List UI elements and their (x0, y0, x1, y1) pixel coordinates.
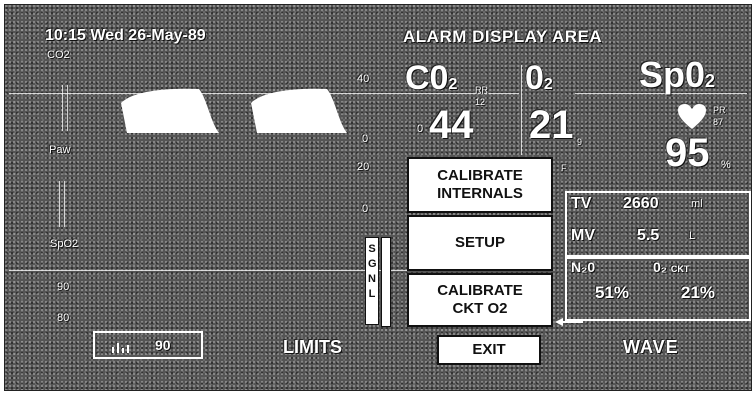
signal-bar: SGNL (365, 237, 379, 325)
mv-label: MV (571, 227, 595, 244)
scale-80-label: 80 (57, 312, 70, 324)
bars-icon (112, 343, 129, 353)
co2-rr-label: RR (475, 85, 488, 95)
spo2-limit-value: 90 (155, 337, 171, 353)
spo2-percent: % (721, 159, 731, 171)
tv-unit: ml (691, 198, 703, 210)
exit-button[interactable]: EXIT (437, 335, 541, 365)
spo2-divider-line (9, 270, 407, 271)
spo2-pr-value: 87 (713, 117, 724, 127)
wave-button[interactable]: WAVE (623, 337, 679, 358)
co2-bar-marker-1 (62, 85, 63, 131)
n2o-value: 51% (595, 283, 630, 302)
limits-button[interactable]: LIMITS (283, 337, 342, 358)
spo2-parameter-label: Sp02 (639, 57, 715, 99)
co2-wave-label: CO2 (47, 49, 70, 61)
calibrate-ckt-o2-button[interactable]: CALIBRATE CKT O2 (407, 273, 553, 327)
o2-ckt-suffix: CKT (670, 264, 690, 274)
o2-ckt-label: 0₂ CKT (653, 259, 689, 275)
signal-label: SGNL (368, 243, 377, 300)
mv-value: 5.5 (637, 227, 660, 244)
tv-value: 2660 (623, 195, 659, 212)
o2-small-bottom: F (561, 163, 567, 173)
spo2-label-sub: 2 (705, 71, 716, 91)
co2-parameter-label: C02 (405, 61, 457, 102)
o2-value: 21 (529, 103, 574, 147)
spo2-wave-label: SpO2 (50, 238, 79, 250)
setup-label: SETUP (454, 234, 505, 251)
calibrate-ckt-o2-label: CALIBRATE CKT O2 (437, 282, 523, 317)
calibrate-internals-label: CALIBRATE INTERNALS (437, 167, 523, 202)
paw-scale-zero: 0 (362, 203, 369, 215)
n2o-label: N₂0 (571, 259, 596, 275)
signal-level-bar (381, 237, 391, 327)
scale-90-label: 90 (57, 281, 70, 293)
spo2-limit-box[interactable]: 90 (93, 331, 203, 359)
o2-ckt-value: 21% (681, 283, 716, 302)
heart-icon (678, 104, 706, 129)
o2-ckt-label-main: 0₂ (653, 259, 668, 275)
o2-small-top: 9 (577, 137, 583, 147)
co2-bar-marker-2 (67, 85, 68, 131)
o2-parameter-label: 02 (525, 61, 553, 102)
co2-waveform (121, 88, 347, 133)
co2-label-sub: 2 (448, 76, 458, 93)
spo2-pr-label: PR (713, 105, 726, 115)
alarm-display-area: ALARM DISPLAY AREA (403, 27, 603, 46)
o2-label-main: 0 (525, 59, 544, 97)
monitor-screen: 10:15 Wed 26-May-89 ALARM DISPLAY AREA C… (4, 4, 752, 391)
datetime: 10:15 Wed 26-May-89 (45, 27, 206, 44)
tv-label: TV (571, 195, 592, 212)
co2-value: 44 (429, 103, 474, 147)
o2-label-sub: 2 (543, 76, 553, 93)
paw-scale-top: 20 (357, 161, 370, 173)
setup-button[interactable]: SETUP (407, 215, 553, 271)
co2-o2-divider (521, 65, 522, 155)
co2-small-value: 0 (417, 123, 424, 135)
paw-wave-label: Paw (49, 144, 71, 156)
spo2-label-main: Sp0 (639, 54, 706, 95)
spo2-value: 95 (665, 131, 710, 175)
arrow-left-icon (555, 313, 583, 326)
mv-unit: L (689, 230, 696, 242)
paw-bar-marker-1 (59, 181, 60, 227)
paw-bar-marker-2 (64, 181, 65, 227)
exit-label: EXIT (472, 341, 506, 358)
co2-rr-value: 12 (475, 97, 486, 107)
co2-label-main: C0 (405, 59, 449, 97)
calibrate-internals-button[interactable]: CALIBRATE INTERNALS (407, 157, 553, 213)
